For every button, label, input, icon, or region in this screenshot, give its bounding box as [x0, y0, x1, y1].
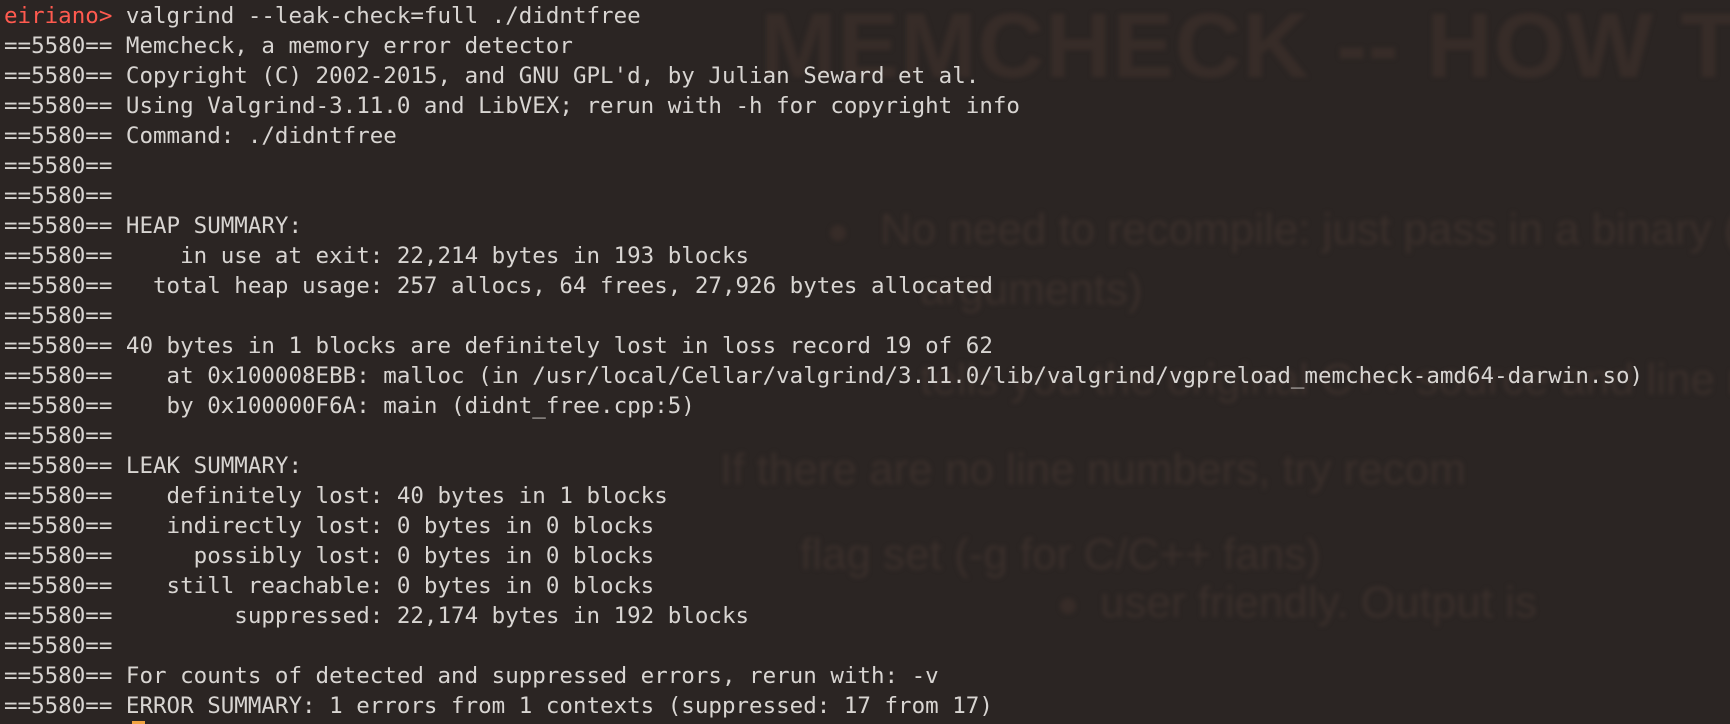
output-line: ==5580== suppressed: 22,174 bytes in 192…	[4, 603, 750, 629]
output-line: ==5580== Using Valgrind-3.11.0 and LibVE…	[4, 93, 1020, 119]
output-line: ==5580==	[4, 423, 113, 449]
output-line: ==5580== LEAK SUMMARY:	[4, 453, 303, 479]
output-line: ==5580== indirectly lost: 0 bytes in 0 b…	[4, 513, 655, 539]
output-line: ==5580== possibly lost: 0 bytes in 0 blo…	[4, 543, 655, 569]
output-line: ==5580==	[4, 633, 113, 659]
output-line: ==5580== For counts of detected and supp…	[4, 663, 939, 689]
output-line: ==5580== by 0x100000F6A: main (didnt_fre…	[4, 393, 695, 419]
output-line: ==5580== ERROR SUMMARY: 1 errors from 1 …	[4, 693, 993, 719]
output-line: ==5580== 40 bytes in 1 blocks are defini…	[4, 333, 993, 359]
output-line: ==5580==	[4, 153, 113, 179]
output-line: ==5580== Copyright (C) 2002-2015, and GN…	[4, 63, 980, 89]
terminal-output[interactable]: eiriano> valgrind --leak-check=full ./di…	[4, 1, 1643, 724]
output-line: ==5580== HEAP SUMMARY:	[4, 213, 303, 239]
output-line: ==5580== Command: ./didntfree	[4, 123, 397, 149]
command-text: valgrind --leak-check=full ./didntfree	[112, 3, 641, 29]
output-line: ==5580== at 0x100008EBB: malloc (in /usr…	[4, 363, 1644, 389]
command-line: eiriano> valgrind --leak-check=full ./di…	[4, 1, 1643, 31]
prompt-user: eiriano>	[4, 3, 113, 29]
output-line: ==5580== total heap usage: 257 allocs, 6…	[4, 273, 993, 299]
output-line: ==5580==	[4, 303, 113, 329]
output-line: ==5580== Memcheck, a memory error detect…	[4, 33, 573, 59]
output-line: ==5580==	[4, 183, 113, 209]
terminal-window[interactable]: MEMCHECK -- HOW TO RUN No need to recomp…	[0, 0, 1730, 724]
output-line: ==5580== still reachable: 0 bytes in 0 b…	[4, 573, 655, 599]
output-line: ==5580== in use at exit: 22,214 bytes in…	[4, 243, 750, 269]
output-line: ==5580== definitely lost: 40 bytes in 1 …	[4, 483, 668, 509]
